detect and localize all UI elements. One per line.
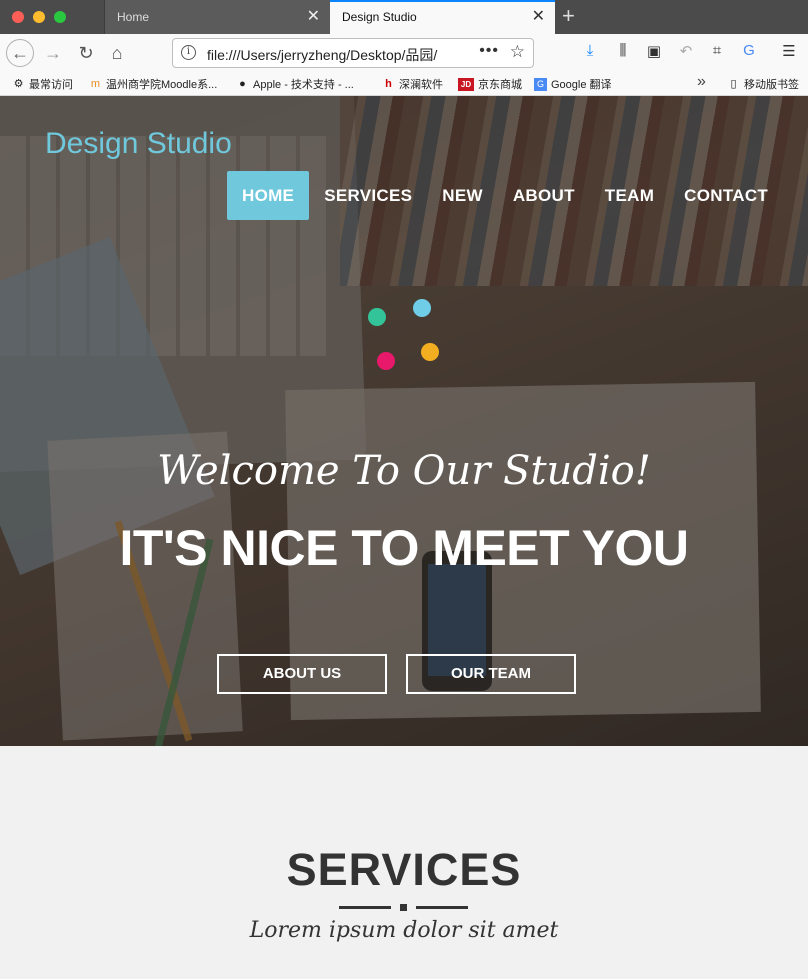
- browser-toolbar: ← → ↻ ⌂ i file:///Users/jerryzheng/Deskt…: [0, 34, 808, 72]
- apple-icon: ●: [239, 77, 246, 90]
- divider-line: [339, 906, 391, 909]
- services-subtitle: Lorem ipsum dolor sit amet: [249, 918, 559, 943]
- back-icon[interactable]: ←: [6, 39, 34, 67]
- new-tab-icon[interactable]: +: [562, 3, 575, 29]
- nav-new[interactable]: NEW: [427, 171, 498, 220]
- page-actions-icon[interactable]: •••: [479, 42, 499, 60]
- mobile-icon: ▯: [730, 77, 737, 90]
- bookmark-item[interactable]: h 深澜软件: [382, 76, 443, 92]
- bookmark-label: 移动版书签: [744, 79, 799, 91]
- tab-home[interactable]: Home ✕: [104, 0, 330, 34]
- services-section: SERVICES Lorem ipsum dolor sit amet: [0, 746, 808, 979]
- nav-contact[interactable]: CONTACT: [669, 171, 783, 220]
- bookmark-item[interactable]: JD 京东商城: [458, 76, 522, 92]
- decorative-dot-blue: [413, 299, 431, 317]
- downloads-icon[interactable]: ⤓: [580, 42, 600, 59]
- hero-headline: IT'S NICE TO MEET YOU: [119, 520, 689, 576]
- undo-icon[interactable]: ↶: [676, 42, 696, 60]
- close-tab-icon[interactable]: ✕: [532, 2, 545, 32]
- decorative-dot-pink: [377, 352, 395, 370]
- url-bar[interactable]: i file:///Users/jerryzheng/Desktop/品园/ •…: [172, 38, 534, 68]
- hero-section: Design Studio HOME SERVICES NEW ABOUT TE…: [0, 96, 808, 746]
- jd-icon: JD: [458, 77, 474, 91]
- bookmark-label: 温州商学院Moodle系...: [106, 79, 218, 91]
- menu-icon[interactable]: ☰: [779, 42, 799, 60]
- sidebar-icon[interactable]: ▣: [644, 42, 664, 60]
- nav-about[interactable]: ABOUT: [498, 171, 590, 220]
- bookmark-label: 最常访问: [29, 79, 73, 91]
- about-us-button[interactable]: ABOUT US: [217, 654, 387, 694]
- reload-icon[interactable]: ↻: [72, 39, 100, 67]
- more-bookmarks-icon[interactable]: »: [697, 73, 706, 91]
- bookmark-item[interactable]: G Google 翻译: [534, 76, 612, 92]
- translate-icon[interactable]: G: [739, 42, 759, 59]
- forward-icon[interactable]: →: [39, 39, 67, 67]
- main-nav: HOME SERVICES NEW ABOUT TEAM CONTACT: [227, 171, 783, 220]
- bookmark-item[interactable]: ⚙ 最常访问: [12, 76, 73, 92]
- library-icon[interactable]: ⫼: [613, 42, 633, 59]
- site-logo[interactable]: Design Studio: [45, 127, 232, 161]
- bookmark-label: Apple - 技术支持 - ...: [253, 79, 354, 91]
- decorative-dot-green: [368, 308, 386, 326]
- nav-team[interactable]: TEAM: [590, 171, 669, 220]
- url-text[interactable]: file:///Users/jerryzheng/Desktop/品园/: [207, 45, 437, 65]
- decorative-dot-yellow: [421, 343, 439, 361]
- google-translate-icon: G: [534, 77, 547, 91]
- tab-label: Home: [117, 10, 150, 24]
- divider-line: [416, 906, 468, 909]
- moodle-icon: m: [90, 77, 101, 90]
- maximize-window-icon[interactable]: [54, 11, 66, 23]
- bookmark-label: 深澜软件: [399, 79, 443, 91]
- our-team-button[interactable]: OUR TEAM: [406, 654, 576, 694]
- tab-label: Design Studio: [342, 10, 417, 24]
- info-icon[interactable]: i: [181, 45, 196, 60]
- bookmark-label: 京东商城: [478, 79, 522, 91]
- minimize-window-icon[interactable]: [33, 11, 45, 23]
- divider-dot: [400, 904, 407, 911]
- gear-icon: ⚙: [13, 77, 24, 90]
- bookmark-item[interactable]: ▯ 移动版书签: [727, 76, 799, 92]
- bookmark-label: Google 翻译: [551, 79, 612, 91]
- tab-design-studio[interactable]: Design Studio ✕: [330, 0, 555, 34]
- close-window-icon[interactable]: [12, 11, 24, 23]
- services-title: SERVICES: [286, 844, 522, 895]
- nav-home[interactable]: HOME: [227, 171, 310, 220]
- bookmarks-bar: ⚙ 最常访问 m 温州商学院Moodle系... ● Apple - 技术支持 …: [0, 72, 808, 96]
- screenshot-crop-icon[interactable]: ⌗: [707, 42, 727, 59]
- browser-tab-bar: Home ✕ Design Studio ✕ +: [0, 0, 808, 34]
- srun-icon: h: [385, 77, 392, 90]
- bookmark-item[interactable]: ● Apple - 技术支持 - ...: [236, 76, 354, 92]
- bookmark-star-icon[interactable]: ☆: [510, 42, 525, 62]
- home-icon[interactable]: ⌂: [103, 39, 131, 67]
- nav-services[interactable]: SERVICES: [309, 171, 427, 220]
- close-tab-icon[interactable]: ✕: [307, 0, 320, 34]
- hero-welcome-text: Welcome To Our Studio!: [157, 448, 651, 494]
- bookmark-item[interactable]: m 温州商学院Moodle系...: [89, 76, 217, 92]
